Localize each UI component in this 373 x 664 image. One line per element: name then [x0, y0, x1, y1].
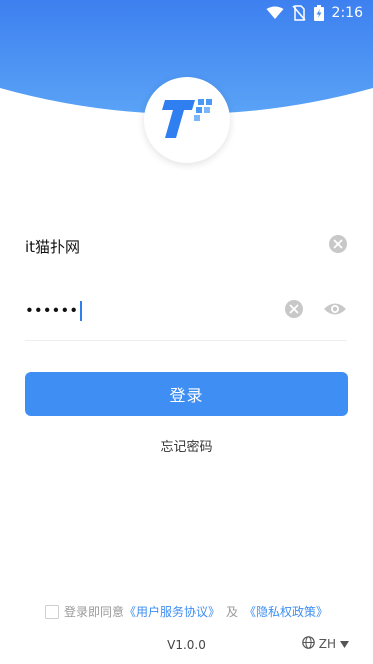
t-logo-icon: [159, 96, 215, 144]
username-field[interactable]: it猫扑网: [25, 226, 347, 266]
language-label: ZH: [318, 637, 336, 651]
caret-down-icon: [340, 637, 349, 651]
clear-password-icon[interactable]: [285, 300, 303, 322]
globe-icon: [301, 636, 315, 652]
user-agreement-link[interactable]: 《用户服务协议》: [124, 603, 220, 620]
battery-charging-icon: [313, 5, 324, 21]
forgot-password-link[interactable]: 忘记密码: [0, 436, 373, 455]
login-button[interactable]: 登录: [25, 372, 348, 416]
status-time: 2:16: [331, 5, 363, 21]
wifi-icon: [266, 6, 284, 20]
agreement-checkbox[interactable]: [44, 604, 59, 619]
privacy-policy-link[interactable]: 《隐私权政策》: [244, 603, 328, 620]
agreement-prefix: 登录即同意: [63, 605, 124, 619]
password-field[interactable]: ••••••: [25, 291, 347, 331]
username-input[interactable]: it猫扑网: [25, 236, 329, 257]
login-screen: 2:16 it猫扑网 •••••• 登录 忘记密码 登录即同意 《用户服务协议》…: [0, 0, 373, 664]
password-input[interactable]: ••••••: [25, 301, 285, 321]
no-sim-icon: [291, 5, 306, 21]
password-underline: [25, 340, 347, 341]
password-mask: ••••••: [25, 301, 79, 320]
eye-icon[interactable]: [323, 301, 347, 321]
language-selector[interactable]: ZH: [301, 636, 349, 652]
status-bar: 2:16: [0, 0, 373, 26]
agreement-row: 登录即同意 《用户服务协议》 及 《隐私权政策》: [0, 603, 373, 620]
clear-username-icon[interactable]: [329, 235, 347, 257]
text-cursor: [80, 301, 82, 321]
app-logo: [144, 77, 230, 163]
agreement-and: 及: [226, 605, 239, 619]
